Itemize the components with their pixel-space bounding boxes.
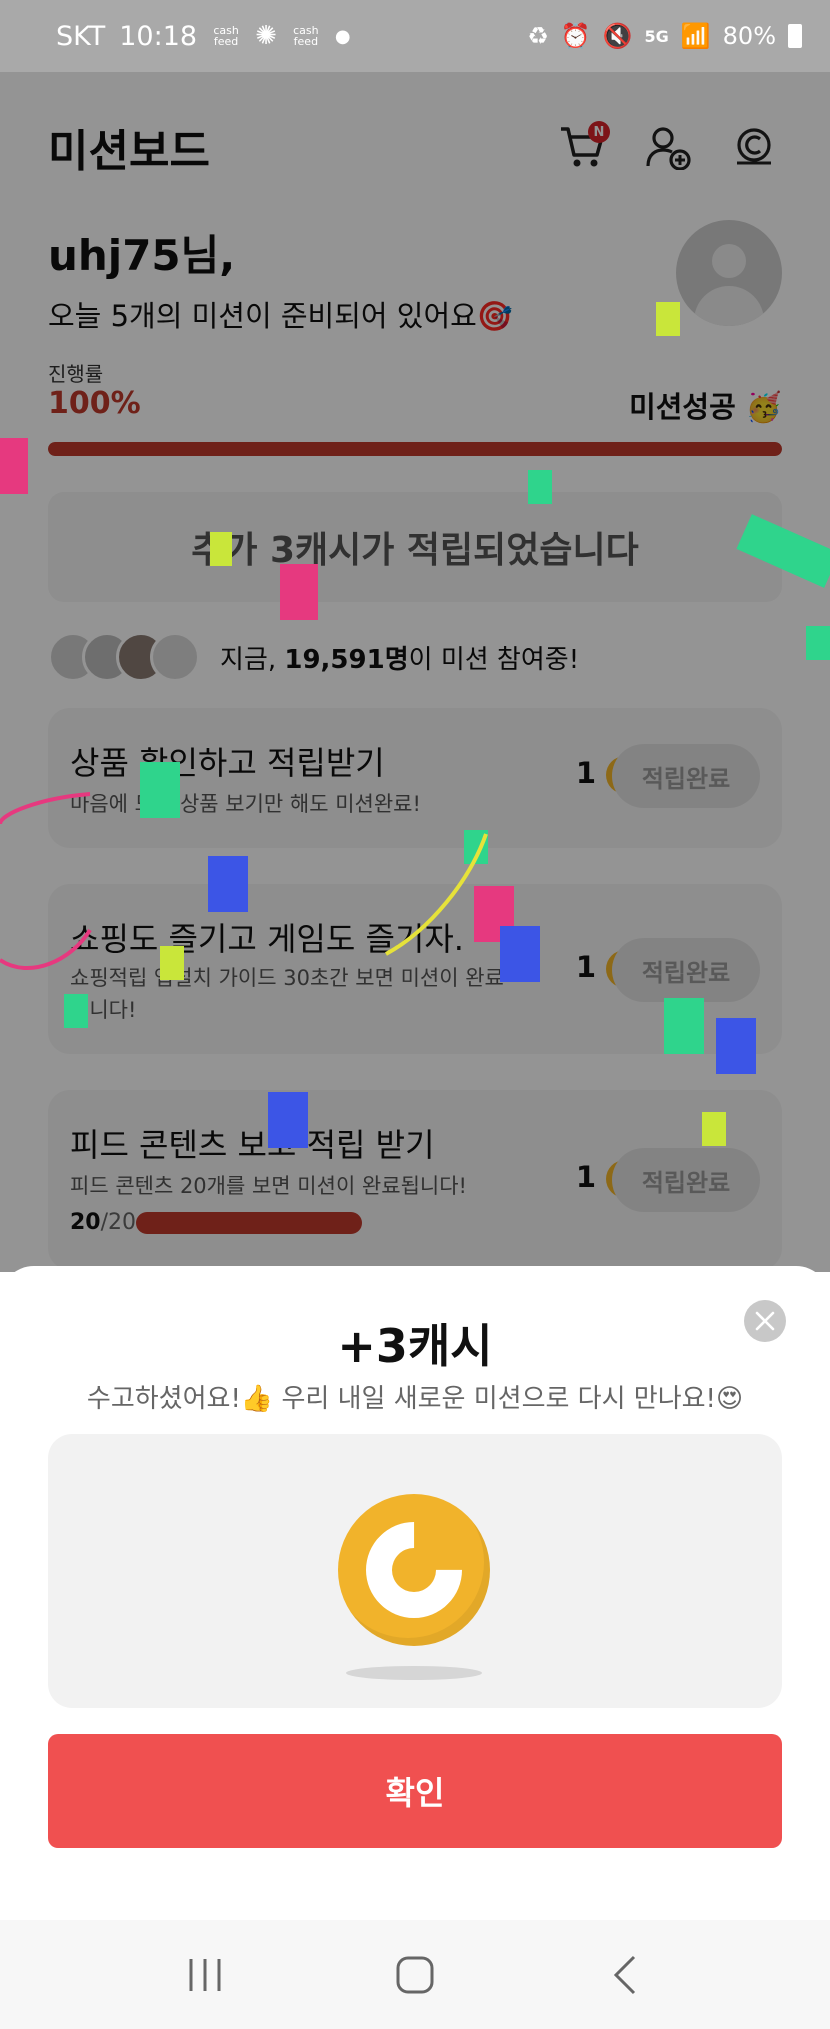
mute-icon: 🔇 bbox=[602, 22, 633, 50]
system-nav-bar bbox=[0, 1920, 830, 2029]
flower-notification-icon: ✺ bbox=[255, 21, 277, 51]
reward-message: 수고하셨어요!👍 우리 내일 새로운 미션으로 다시 만나요!😍 bbox=[86, 1384, 744, 1414]
confetti-piece bbox=[140, 762, 180, 818]
confetti-piece bbox=[0, 438, 28, 494]
carrier: SKT bbox=[56, 20, 106, 52]
confetti-piece bbox=[280, 564, 318, 620]
confetti-piece bbox=[208, 856, 248, 912]
battery-icon bbox=[788, 24, 802, 48]
confetti-piece bbox=[664, 998, 704, 1054]
more-notifications-dot-icon: ● bbox=[334, 25, 351, 47]
confirm-button[interactable]: 확인 bbox=[48, 1734, 782, 1848]
back-button[interactable] bbox=[595, 1945, 655, 2005]
recycle-icon: ♻ bbox=[527, 22, 549, 50]
confetti-streamer bbox=[385, 833, 488, 956]
cash-coin-icon bbox=[338, 1494, 490, 1646]
recent-apps-icon bbox=[189, 1958, 221, 1991]
confetti-piece bbox=[210, 532, 232, 566]
cashfeed-notification-icon-2: cash feed bbox=[293, 24, 319, 48]
signal-icon: 📶 bbox=[680, 22, 711, 50]
dim-overlay[interactable] bbox=[0, 72, 830, 1272]
clock: 10:18 bbox=[119, 20, 198, 52]
confetti-piece bbox=[656, 302, 680, 336]
confetti-piece bbox=[500, 926, 540, 982]
battery-level: 80% bbox=[722, 22, 776, 50]
status-bar: SKT 10:18 cash feed ✺ cash feed ● ♻ ⏰ 🔇 … bbox=[0, 0, 830, 72]
coin-shadow bbox=[346, 1666, 482, 1680]
coin-illustration-box bbox=[48, 1434, 782, 1708]
home-button[interactable] bbox=[385, 1945, 445, 2005]
home-icon bbox=[396, 1956, 434, 1993]
confetti-piece bbox=[806, 626, 830, 660]
back-icon bbox=[613, 1955, 636, 1994]
network-type: 5G bbox=[644, 26, 669, 46]
confetti-streamer bbox=[0, 792, 92, 971]
confetti-piece bbox=[528, 470, 552, 504]
reward-bottom-sheet: +3캐시 수고하셨어요!👍 우리 내일 새로운 미션으로 다시 만나요!😍 확인 bbox=[0, 1266, 830, 1920]
reward-amount-title: +3캐시 bbox=[337, 1319, 493, 1373]
cashfeed-notification-icon: cash feed bbox=[213, 24, 239, 48]
confetti-piece bbox=[716, 1018, 756, 1074]
recent-apps-button[interactable] bbox=[175, 1945, 235, 2005]
confetti-piece bbox=[160, 946, 184, 980]
confetti-piece bbox=[702, 1112, 726, 1146]
alarm-icon: ⏰ bbox=[560, 22, 591, 50]
confetti-piece bbox=[268, 1092, 308, 1148]
